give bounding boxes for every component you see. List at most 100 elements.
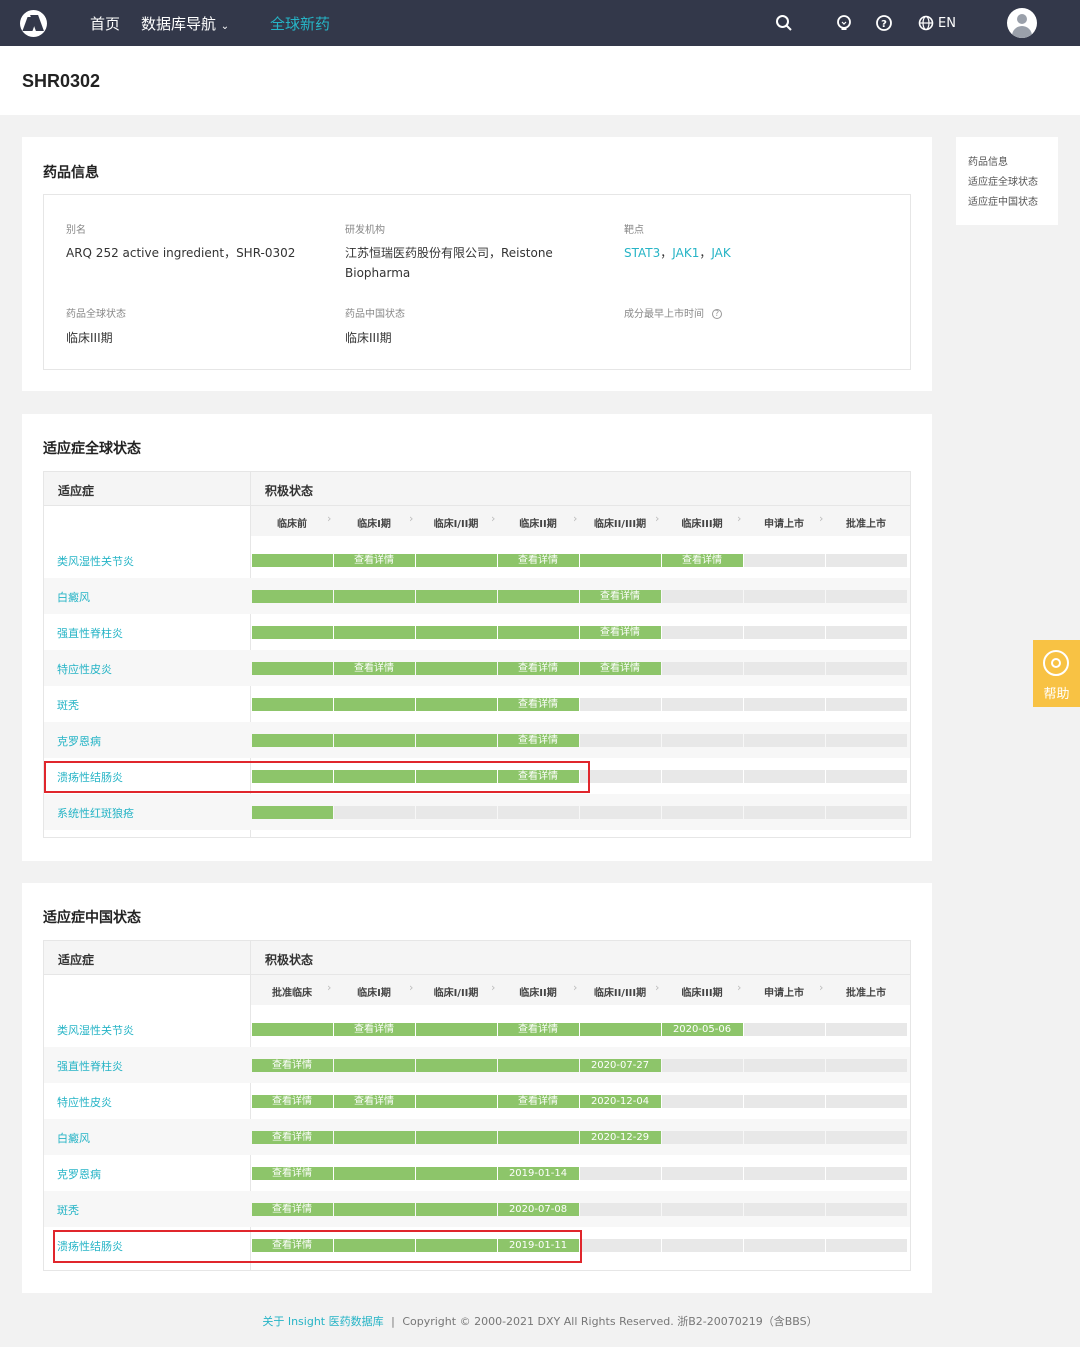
view-details-link[interactable]: 查看详情	[497, 734, 579, 747]
view-details-link[interactable]: 查看详情	[251, 1167, 333, 1180]
view-details-link[interactable]: 查看详情	[579, 626, 661, 639]
view-details-link[interactable]: 查看详情	[333, 1023, 415, 1036]
title-band: SHR0302	[0, 46, 1080, 115]
indication-link[interactable]: 斑秃	[57, 1202, 79, 1218]
target-link[interactable]: JAK1	[672, 246, 699, 260]
stage-bar-date[interactable]: 2020-12-29	[579, 1131, 661, 1144]
indication-link[interactable]: 斑秃	[57, 697, 79, 713]
question-icon[interactable]: ?	[712, 309, 722, 319]
avatar-icon[interactable]	[1007, 8, 1037, 38]
stage-bar-inactive	[825, 1023, 907, 1036]
nav-home[interactable]: 首页	[90, 13, 120, 34]
view-details-link[interactable]: 查看详情	[497, 554, 579, 567]
stage-bar-inactive	[661, 698, 743, 711]
stage-label: 申请上市	[764, 519, 804, 530]
stage-bar-date[interactable]: 2020-07-27	[579, 1059, 661, 1072]
stage-bar-inactive	[661, 1239, 743, 1252]
table-row: 类风湿性关节炎 查看详情 查看详情 2020-05-06	[44, 1011, 910, 1047]
indication-link[interactable]: 强直性脊柱炎	[57, 625, 123, 641]
side-nav-global-status[interactable]: 适应症全球状态	[968, 173, 1038, 188]
view-details-link[interactable]: 查看详情	[333, 554, 415, 567]
help-label: 帮助	[1043, 687, 1070, 702]
view-details-link[interactable]: 查看详情	[333, 662, 415, 675]
highlight-box	[53, 1230, 582, 1263]
stage-label: 申请上市	[764, 988, 804, 999]
first-launch-label-text: 成分最早上市时间	[624, 309, 704, 320]
view-details-link[interactable]: 查看详情	[579, 662, 661, 675]
view-details-link[interactable]: 查看详情	[661, 554, 743, 567]
stage-bar-inactive	[579, 770, 661, 783]
logo-icon[interactable]	[20, 10, 47, 37]
view-details-link[interactable]: 查看详情	[579, 590, 661, 603]
stage-bar-active	[579, 1023, 661, 1036]
indication-link[interactable]: 克罗恩病	[57, 1166, 101, 1182]
table-row: 强直性脊柱炎 查看详情	[44, 614, 910, 650]
side-nav-drug-info[interactable]: 药品信息	[968, 153, 1008, 168]
stage-bar-date[interactable]: 2019-01-14	[497, 1167, 579, 1180]
indication-link[interactable]: 特应性皮炎	[57, 661, 112, 677]
chevron-right-icon: ›	[409, 512, 414, 525]
stage-bar-inactive	[579, 806, 661, 819]
svg-text:?: ?	[881, 19, 887, 30]
chevron-right-icon: ›	[573, 512, 578, 525]
indication-link[interactable]: 强直性脊柱炎	[57, 1058, 123, 1074]
stage-bar-inactive	[661, 806, 743, 819]
stage-bar-inactive	[825, 1131, 907, 1144]
side-nav-china-status[interactable]: 适应症中国状态	[968, 193, 1038, 208]
stage-bar-date[interactable]: 2020-07-08	[497, 1203, 579, 1216]
view-details-link[interactable]: 查看详情	[497, 1023, 579, 1036]
china-status-label: 药品中国状态	[345, 309, 405, 320]
chevron-right-icon: ›	[491, 981, 496, 994]
stage-bar-active	[333, 1203, 415, 1216]
question-icon[interactable]: ?	[874, 13, 894, 33]
view-details-link[interactable]: 查看详情	[333, 1095, 415, 1108]
stage-bar-date[interactable]: 2020-05-06	[661, 1023, 743, 1036]
nav-global-drugs[interactable]: 全球新药	[270, 13, 330, 34]
view-details-link[interactable]: 查看详情	[497, 1095, 579, 1108]
language-switch[interactable]: EN	[918, 13, 956, 33]
stage-label: 批准临床	[272, 988, 312, 999]
stage-bar-inactive	[579, 1239, 661, 1252]
indication-link[interactable]: 白癜风	[57, 589, 90, 605]
global-status-value: 临床III期	[66, 331, 113, 345]
stage-bar-inactive	[661, 590, 743, 603]
indication-link[interactable]: 系统性红斑狼疮	[57, 805, 134, 821]
stage-bar-inactive	[743, 662, 825, 675]
help-button[interactable]: 帮助	[1033, 640, 1080, 707]
lightbulb-icon[interactable]	[834, 13, 854, 33]
nav-db-navigation[interactable]: 数据库导航 ⌄	[141, 13, 229, 34]
stage-bar-inactive	[743, 554, 825, 567]
target-link[interactable]: JAK	[711, 246, 730, 260]
indication-link[interactable]: 白癜风	[57, 1130, 90, 1146]
stage-bar-active	[333, 626, 415, 639]
stage-label: 批准上市	[846, 988, 886, 999]
view-details-link[interactable]: 查看详情	[251, 1131, 333, 1144]
chevron-right-icon: ›	[573, 981, 578, 994]
view-details-link[interactable]: 查看详情	[251, 1059, 333, 1072]
view-details-link[interactable]: 查看详情	[251, 1095, 333, 1108]
stage-bar-active	[415, 590, 497, 603]
indication-link[interactable]: 类风湿性关节炎	[57, 553, 134, 569]
page-title: SHR0302	[22, 71, 101, 91]
target-link[interactable]: STAT3	[624, 246, 660, 260]
stage-bar-active	[333, 590, 415, 603]
stage-bar-active	[415, 662, 497, 675]
indication-link[interactable]: 类风湿性关节炎	[57, 1022, 134, 1038]
stage-bar-date[interactable]: 2020-12-04	[579, 1095, 661, 1108]
indication-link[interactable]: 克罗恩病	[57, 733, 101, 749]
stage-bar-inactive	[743, 806, 825, 819]
global-status-label: 药品全球状态	[66, 309, 126, 320]
view-details-link[interactable]: 查看详情	[497, 698, 579, 711]
china-status-value: 临床III期	[345, 331, 392, 345]
stage-bar-active	[497, 590, 579, 603]
stage-label: 临床前	[277, 519, 307, 530]
footer-about-link[interactable]: 关于 Insight 医药数据库	[262, 1315, 383, 1328]
stage-label: 临床III期	[681, 519, 723, 530]
view-details-link[interactable]: 查看详情	[497, 662, 579, 675]
stage-bar-inactive	[579, 1203, 661, 1216]
chevron-right-icon: ›	[819, 512, 824, 525]
search-icon[interactable]	[774, 13, 794, 33]
view-details-link[interactable]: 查看详情	[251, 1203, 333, 1216]
stage-label: 临床II/III期	[593, 988, 647, 999]
indication-link[interactable]: 特应性皮炎	[57, 1094, 112, 1110]
